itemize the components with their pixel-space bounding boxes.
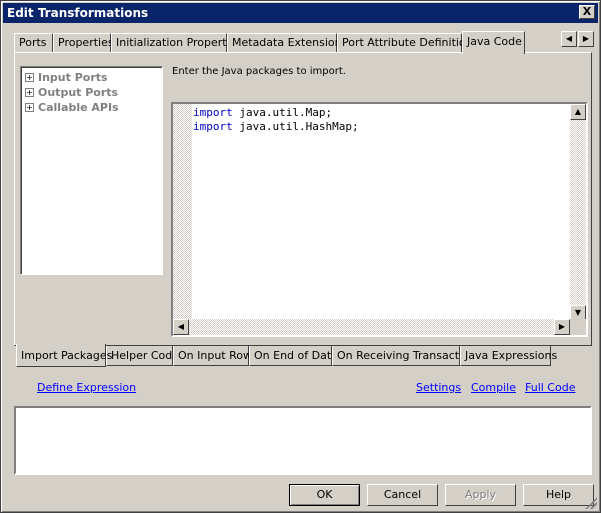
compile-link[interactable]: Compile [471,381,516,394]
code-area[interactable]: import java.util.Map; import java.util.H… [193,106,359,134]
tab-on-input-row[interactable]: On Input Row [173,346,252,366]
expand-icon[interactable]: + [25,88,34,97]
define-expression-link[interactable]: Define Expression [37,381,136,394]
ok-button[interactable]: OK [289,484,360,506]
code-line: import java.util.HashMap; [193,120,359,134]
code-editor[interactable]: import java.util.Map; import java.util.H… [171,102,588,337]
tree-item-callable-apis[interactable]: + Callable APIs [25,100,162,115]
editor-gutter [173,104,192,321]
tab-helper-code[interactable]: Helper Code [106,346,179,366]
title-bar: Edit Transformations X [3,3,598,23]
expand-icon[interactable]: + [25,73,34,82]
code-line: import java.util.Map; [193,106,359,120]
java-code-panel: + Input Ports + Output Ports + Callable API… [14,52,592,346]
instruction-text: Enter the Java packages to import. [172,66,346,77]
scroll-corner [570,319,586,335]
scroll-up-icon[interactable]: ▲ [570,104,586,120]
scroll-right-icon[interactable]: ▶ [554,319,570,335]
expand-icon[interactable]: + [25,103,34,112]
tab-on-receiving-transaction[interactable]: On Receiving Transaction [332,346,476,366]
tree-item-output-ports[interactable]: + Output Ports [25,85,162,100]
horizontal-scrollbar[interactable]: ◀ ▶ [173,319,570,335]
tab-java-code[interactable]: Java Code [462,31,525,54]
edit-transformations-dialog: Edit Transformations X Ports Properties … [0,0,601,513]
tab-java-expressions[interactable]: Java Expressions [460,346,557,366]
cancel-button[interactable]: Cancel [367,484,438,506]
settings-link[interactable]: Settings [416,381,461,394]
help-button[interactable]: Help [523,484,594,506]
port-tree[interactable]: + Input Ports + Output Ports + Callable API… [20,66,163,275]
tab-metadata-extensions[interactable]: Metadata Extensions [227,33,347,53]
tree-item-label: Callable APIs [38,101,119,114]
tree-item-label: Input Ports [38,71,108,84]
tab-properties[interactable]: Properties [53,33,114,53]
tab-ports[interactable]: Ports [14,33,53,53]
window-title: Edit Transformations [7,6,149,20]
output-window[interactable] [14,406,592,475]
resize-grip-icon[interactable] [585,497,597,509]
tab-on-end-of-data[interactable]: On End of Data [249,346,338,366]
code-keyword: import [193,120,233,133]
code-keyword: import [193,106,233,119]
close-button[interactable]: X [579,5,595,19]
vertical-scrollbar[interactable]: ▲ ▼ [570,104,586,321]
code-text: java.util.Map; [232,106,333,119]
scroll-left-icon[interactable]: ◀ [173,319,189,335]
tab-import-packages[interactable]: Import Packages [16,344,112,367]
apply-button[interactable]: Apply [445,484,516,506]
tab-initialization-properties[interactable]: Initialization Properties [111,33,242,53]
full-code-link[interactable]: Full Code [525,381,575,394]
tab-port-attribute-definitions[interactable]: Port Attribute Definitions [337,33,478,53]
tree-item-input-ports[interactable]: + Input Ports [25,70,162,85]
code-text: java.util.HashMap; [232,120,359,133]
tab-scroll-left-icon[interactable]: ◀ [561,31,577,47]
tree-item-label: Output Ports [38,86,119,99]
tab-scroll-right-icon[interactable]: ▶ [578,31,594,47]
